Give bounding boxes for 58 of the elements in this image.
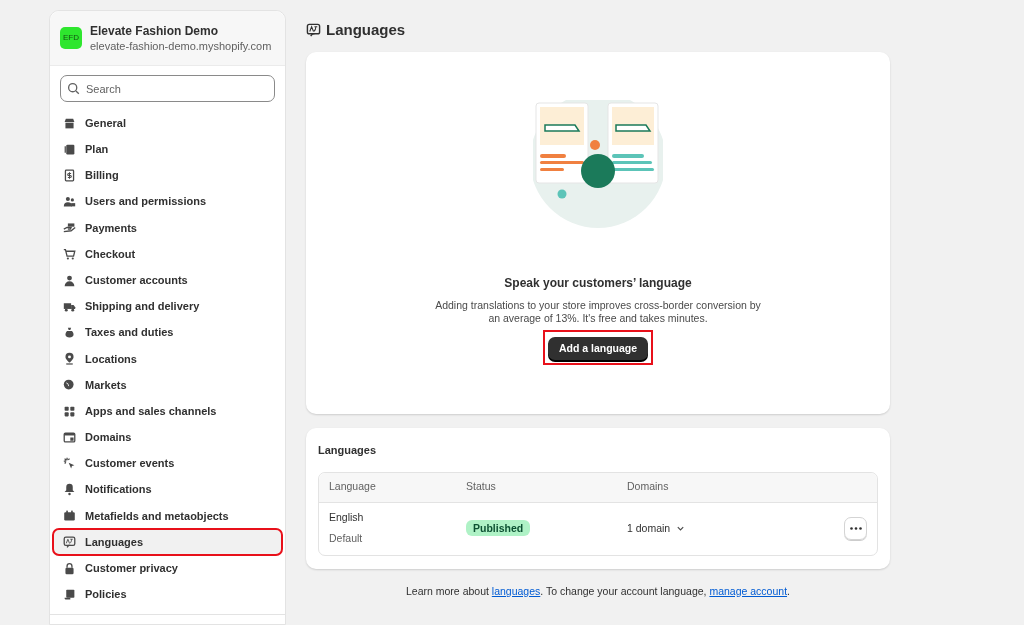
bell-icon: [63, 483, 76, 497]
sidebar-item[interactable]: Customer accounts: [58, 268, 277, 293]
money-bag-icon: [63, 326, 76, 340]
users-icon: [63, 195, 76, 209]
translate-icon: [63, 535, 76, 549]
pin-icon: [63, 352, 76, 366]
browser-icon: [63, 430, 76, 444]
sidebar-item[interactable]: General: [58, 111, 277, 136]
column-header: Domains: [627, 479, 670, 495]
store-name: Elevate Fashion Demo: [90, 23, 220, 39]
document-icon: [63, 142, 76, 156]
store-icon: [63, 116, 76, 130]
empty-state-description: Adding translations to your store improves cross-border conversion by an average of 13%. It's free and takes minutes.: [434, 299, 762, 325]
language-note: Default: [329, 531, 364, 546]
cart-icon: [63, 247, 76, 261]
sidebar-item[interactable]: Markets: [58, 372, 277, 397]
lock-icon: [63, 561, 76, 575]
sidebar-item[interactable]: Policies: [58, 582, 277, 607]
sidebar-item[interactable]: Locations: [58, 346, 277, 371]
sidebar-item[interactable]: Billing: [58, 163, 277, 188]
sidebar-item[interactable]: Languages: [54, 530, 281, 555]
receipt-icon: [63, 168, 76, 182]
sidebar-item[interactable]: Customer events: [58, 451, 277, 476]
scroll-icon: [63, 587, 76, 601]
card-title: Languages: [318, 443, 378, 458]
language-name: English: [329, 510, 365, 526]
chevron-down-icon: [676, 524, 686, 533]
page-title: Languages: [326, 19, 406, 40]
empty-state-heading: Speak your customers’ language: [504, 275, 692, 292]
calendar-icon: [63, 509, 76, 523]
apps-icon: [63, 404, 76, 418]
add-language-button[interactable]: Add a language: [547, 337, 649, 361]
search-icon: [67, 82, 80, 95]
column-header: Language: [329, 479, 377, 495]
sidebar-item[interactable]: Users and permissions: [58, 189, 277, 214]
sidebar-item[interactable]: Taxes and duties: [58, 320, 277, 345]
hand-card-icon: [63, 221, 76, 235]
domains-dropdown[interactable]: 1 domain: [627, 520, 686, 537]
sidebar-item[interactable]: Customer privacy: [58, 556, 277, 581]
store-domain: elevate-fashion-demo.myshopify.com: [90, 39, 272, 53]
status-badge: Published: [466, 519, 531, 536]
store-avatar: EFD: [60, 27, 82, 49]
sidebar-item[interactable]: Domains: [58, 425, 277, 450]
help-text: Learn more about languages. To change your account language, manage account.: [405, 583, 791, 599]
sidebar-item[interactable]: Shipping and delivery: [58, 294, 277, 319]
sidebar-item[interactable]: Plan: [58, 137, 277, 162]
search-field[interactable]: Search: [60, 75, 275, 102]
ellipsis-icon: [849, 527, 862, 530]
sidebar-item[interactable]: Apps and sales channels: [58, 399, 277, 424]
sidebar-item[interactable]: Notifications: [58, 477, 277, 502]
more-actions-button[interactable]: [844, 517, 867, 540]
store-header[interactable]: EFD Elevate Fashion Demo elevate-fashion-demo.myshopify.com: [50, 11, 285, 66]
sidebar-item[interactable]: Checkout: [58, 242, 277, 267]
column-header: Status: [466, 479, 497, 495]
translate-icon: [306, 22, 321, 38]
person-icon: [63, 273, 76, 287]
sidebar-item[interactable]: Metafields and metaobjects: [58, 503, 277, 528]
sidebar-item[interactable]: Payments: [58, 215, 277, 240]
